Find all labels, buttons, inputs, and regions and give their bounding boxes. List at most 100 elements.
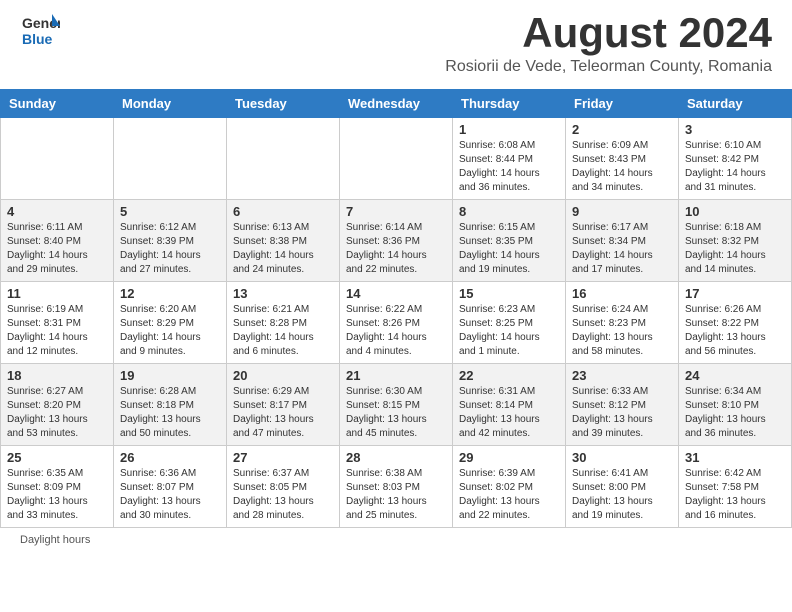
day-info: Sunrise: 6:08 AM Sunset: 8:44 PM Dayligh… [459,139,559,195]
calendar-cell: 22Sunrise: 6:31 AM Sunset: 8:14 PM Dayli… [453,364,566,446]
calendar-cell: 10 Sunrise: 6:18 AM Sunset: 8:32 PM Dayli… [679,200,792,282]
calendar-cell: 30 Sunrise: 6:41 AM Sunset: 8:00 PM Dayli… [566,446,679,528]
calendar-cell: 23 Sunrise: 6:33 AM Sunset: 8:12 PM Dayli… [566,364,679,446]
calendar-cell: 18 Sunrise: 6:27 AM Sunset: 8:20 PM Dayli… [1,364,114,446]
calendar-cell: 6 Sunrise: 6:13 AM Sunset: 8:38 PM Daylig… [227,200,340,282]
day-number: 29 [459,450,559,465]
calendar-week-row: 25Sunrise: 6:35 AM Sunset: 8:09 PM Dayli… [1,446,792,528]
calendar-cell: 11Sunrise: 6:19 AM Sunset: 8:31 PM Dayli… [1,282,114,364]
day-number: 15 [459,286,559,301]
day-number: 17 [685,286,785,301]
col-saturday: Saturday [679,90,792,118]
day-info: Sunrise: 6:11 AM Sunset: 8:40 PM Dayligh… [7,221,107,277]
day-info: Sunrise: 6:09 AM Sunset: 8:43 PM Dayligh… [572,139,672,195]
day-number: 24 [685,368,785,383]
calendar-cell: 16Sunrise: 6:24 AM Sunset: 8:23 PM Dayli… [566,282,679,364]
calendar-cell [114,118,227,200]
day-number: 27 [233,450,333,465]
day-number: 13 [233,286,333,301]
calendar-cell: 8 Sunrise: 6:15 AM Sunset: 8:35 PM Daylig… [453,200,566,282]
calendar-cell: 7 Sunrise: 6:14 AM Sunset: 8:36 PM Daylig… [340,200,453,282]
day-info: Sunrise: 6:21 AM Sunset: 8:28 PM Dayligh… [233,303,333,359]
day-number: 25 [7,450,107,465]
calendar-cell: 4 Sunrise: 6:11 AM Sunset: 8:40 PM Daylig… [1,200,114,282]
day-info: Sunrise: 6:15 AM Sunset: 8:35 PM Dayligh… [459,221,559,277]
day-info: Sunrise: 6:36 AM Sunset: 8:07 PM Dayligh… [120,467,220,523]
col-wednesday: Wednesday [340,90,453,118]
day-info: Sunrise: 6:27 AM Sunset: 8:20 PM Dayligh… [7,385,107,441]
day-info: Sunrise: 6:23 AM Sunset: 8:25 PM Dayligh… [459,303,559,359]
day-info: Sunrise: 6:31 AM Sunset: 8:14 PM Dayligh… [459,385,559,441]
day-number: 4 [7,204,107,219]
calendar-cell [227,118,340,200]
calendar-cell: 24 Sunrise: 6:34 AM Sunset: 8:10 PM Dayli… [679,364,792,446]
calendar-cell: 17 Sunrise: 6:26 AM Sunset: 8:22 PM Dayli… [679,282,792,364]
day-number: 18 [7,368,107,383]
calendar-cell: 26 Sunrise: 6:36 AM Sunset: 8:07 PM Dayli… [114,446,227,528]
calendar-cell: 9 Sunrise: 6:17 AM Sunset: 8:34 PM Daylig… [566,200,679,282]
day-number: 20 [233,368,333,383]
day-number: 10 [685,204,785,219]
day-number: 19 [120,368,220,383]
header: General Blue August 2024 Rosiorii de Ved… [0,0,792,81]
day-info: Sunrise: 6:41 AM Sunset: 8:00 PM Dayligh… [572,467,672,523]
day-info: Sunrise: 6:17 AM Sunset: 8:34 PM Dayligh… [572,221,672,277]
footer: Daylight hours [0,528,792,552]
calendar-cell: 3 Sunrise: 6:10 AM Sunset: 8:42 PM Daylig… [679,118,792,200]
day-number: 3 [685,122,785,137]
day-number: 21 [346,368,446,383]
day-number: 26 [120,450,220,465]
day-number: 9 [572,204,672,219]
location-subtitle: Rosiorii de Vede, Teleorman County, Roma… [445,58,772,76]
calendar-cell: 15 Sunrise: 6:23 AM Sunset: 8:25 PM Dayli… [453,282,566,364]
day-info: Sunrise: 6:12 AM Sunset: 8:39 PM Dayligh… [120,221,220,277]
day-number: 6 [233,204,333,219]
day-info: Sunrise: 6:13 AM Sunset: 8:38 PM Dayligh… [233,221,333,277]
day-number: 16 [572,286,672,301]
day-info: Sunrise: 6:30 AM Sunset: 8:15 PM Dayligh… [346,385,446,441]
calendar-body: 1 Sunrise: 6:08 AM Sunset: 8:44 PM Daylig… [1,118,792,528]
day-info: Sunrise: 6:38 AM Sunset: 8:03 PM Dayligh… [346,467,446,523]
calendar-cell: 28Sunrise: 6:38 AM Sunset: 8:03 PM Dayli… [340,446,453,528]
page-container: General Blue August 2024 Rosiorii de Ved… [0,0,792,552]
calendar-header-row: Sunday Monday Tuesday Wednesday Thursday… [1,90,792,118]
day-info: Sunrise: 6:29 AM Sunset: 8:17 PM Dayligh… [233,385,333,441]
calendar-cell: 13 Sunrise: 6:21 AM Sunset: 8:28 PM Dayli… [227,282,340,364]
title-block: August 2024 Rosiorii de Vede, Teleorman … [445,10,772,76]
calendar-cell: 31Sunrise: 6:42 AM Sunset: 7:58 PM Dayli… [679,446,792,528]
day-info: Sunrise: 6:10 AM Sunset: 8:42 PM Dayligh… [685,139,785,195]
calendar-cell: 14Sunrise: 6:22 AM Sunset: 8:26 PM Dayli… [340,282,453,364]
calendar-cell: 1 Sunrise: 6:08 AM Sunset: 8:44 PM Daylig… [453,118,566,200]
day-number: 30 [572,450,672,465]
day-info: Sunrise: 6:18 AM Sunset: 8:32 PM Dayligh… [685,221,785,277]
calendar-cell: 5Sunrise: 6:12 AM Sunset: 8:39 PM Daylig… [114,200,227,282]
calendar-week-row: 18 Sunrise: 6:27 AM Sunset: 8:20 PM Dayli… [1,364,792,446]
logo: General Blue [20,10,62,50]
logo-icon: General Blue [20,10,60,50]
calendar-cell [340,118,453,200]
day-info: Sunrise: 6:19 AM Sunset: 8:31 PM Dayligh… [7,303,107,359]
day-number: 8 [459,204,559,219]
calendar-week-row: 4 Sunrise: 6:11 AM Sunset: 8:40 PM Daylig… [1,200,792,282]
day-info: Sunrise: 6:34 AM Sunset: 8:10 PM Dayligh… [685,385,785,441]
day-info: Sunrise: 6:42 AM Sunset: 7:58 PM Dayligh… [685,467,785,523]
calendar-table: Sunday Monday Tuesday Wednesday Thursday… [0,89,792,528]
day-number: 1 [459,122,559,137]
day-info: Sunrise: 6:39 AM Sunset: 8:02 PM Dayligh… [459,467,559,523]
day-info: Sunrise: 6:33 AM Sunset: 8:12 PM Dayligh… [572,385,672,441]
col-sunday: Sunday [1,90,114,118]
day-number: 23 [572,368,672,383]
day-info: Sunrise: 6:14 AM Sunset: 8:36 PM Dayligh… [346,221,446,277]
calendar-cell: 19Sunrise: 6:28 AM Sunset: 8:18 PM Dayli… [114,364,227,446]
calendar-cell: 2 Sunrise: 6:09 AM Sunset: 8:43 PM Daylig… [566,118,679,200]
calendar-cell: 21 Sunrise: 6:30 AM Sunset: 8:15 PM Dayli… [340,364,453,446]
day-number: 7 [346,204,446,219]
col-tuesday: Tuesday [227,90,340,118]
calendar-cell: 27Sunrise: 6:37 AM Sunset: 8:05 PM Dayli… [227,446,340,528]
day-number: 14 [346,286,446,301]
calendar-week-row: 11Sunrise: 6:19 AM Sunset: 8:31 PM Dayli… [1,282,792,364]
day-info: Sunrise: 6:26 AM Sunset: 8:22 PM Dayligh… [685,303,785,359]
day-number: 2 [572,122,672,137]
calendar-cell: 12Sunrise: 6:20 AM Sunset: 8:29 PM Dayli… [114,282,227,364]
col-thursday: Thursday [453,90,566,118]
